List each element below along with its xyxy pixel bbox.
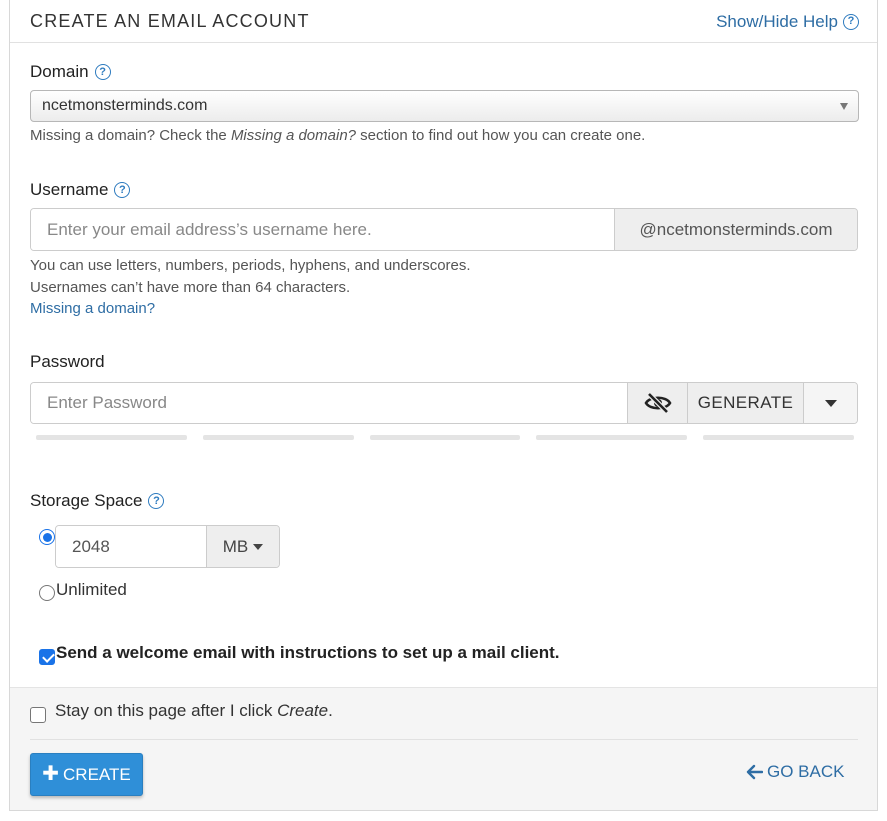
generate-password-button[interactable]: GENERATE xyxy=(687,383,803,423)
create-email-panel: CREATE AN EMAIL ACCOUNT Show/Hide Help ?… xyxy=(9,0,878,811)
toggle-password-visibility-button[interactable] xyxy=(627,383,687,423)
password-input-group: GENERATE xyxy=(30,382,858,424)
plus-icon: ✚ xyxy=(42,762,60,785)
stay-label-suffix: . xyxy=(328,701,333,720)
domain-select-value: ncetmonsterminds.com xyxy=(42,97,208,114)
domain-help-suffix: section to find out how you can create o… xyxy=(356,127,646,144)
quota-radio[interactable] xyxy=(39,529,55,545)
storage-label-text: Storage Space xyxy=(30,491,143,510)
quota-input-group: MB xyxy=(55,525,280,568)
eye-slash-icon xyxy=(644,392,671,414)
generate-options-dropdown[interactable] xyxy=(803,383,857,423)
password-label: Password xyxy=(30,352,105,371)
arrow-left-icon xyxy=(746,764,763,780)
stay-on-page-label[interactable]: Stay on this page after I click Create. xyxy=(55,701,333,721)
username-label-text: Username xyxy=(30,180,109,199)
strength-segment xyxy=(202,435,354,440)
stay-label-prefix: Stay on this page after I click xyxy=(55,701,278,720)
username-help-line2: Usernames can’t have more than 64 charac… xyxy=(30,278,351,296)
username-help-text: You can use letters, numbers, periods, h… xyxy=(30,255,471,320)
username-domain-suffix: @ncetmonsterminds.com xyxy=(614,209,857,250)
storage-help-icon[interactable]: ? xyxy=(148,493,165,509)
username-label: Username ? xyxy=(30,180,131,200)
question-circle-icon: ? xyxy=(843,13,859,30)
footer-divider xyxy=(30,739,858,740)
welcome-email-checkbox[interactable] xyxy=(39,649,55,665)
username-help-icon[interactable]: ? xyxy=(114,182,131,198)
panel-header: CREATE AN EMAIL ACCOUNT Show/Hide Help ? xyxy=(10,0,877,43)
unlimited-label[interactable]: Unlimited xyxy=(56,580,127,600)
domain-help-icon[interactable]: ? xyxy=(94,64,111,80)
domain-label: Domain ? xyxy=(30,62,111,82)
username-input-group: @ncetmonsterminds.com xyxy=(30,208,858,251)
quota-unit-label: MB xyxy=(222,536,249,556)
go-back-link[interactable]: GO BACK xyxy=(746,762,844,782)
welcome-email-label[interactable]: Send a welcome email with instructions t… xyxy=(56,643,560,663)
password-input[interactable] xyxy=(31,383,627,423)
chevron-down-icon xyxy=(840,103,848,110)
caret-down-icon xyxy=(824,399,837,407)
domain-select[interactable]: ncetmonsterminds.com xyxy=(30,90,859,122)
domain-help-text: Missing a domain? Check the Missing a do… xyxy=(30,125,645,147)
go-back-label: GO BACK xyxy=(767,762,845,781)
unlimited-radio[interactable] xyxy=(39,585,55,601)
password-strength-meter xyxy=(36,435,854,440)
domain-help-em: Missing a domain? xyxy=(230,127,356,144)
strength-segment xyxy=(703,435,854,440)
form-footer: Stay on this page after I click Create. … xyxy=(10,687,877,810)
show-hide-help-link[interactable]: Show/Hide Help ? xyxy=(716,12,859,32)
strength-segment xyxy=(536,435,688,440)
username-input[interactable] xyxy=(31,209,614,250)
create-button-label: CREATE xyxy=(63,764,131,784)
strength-segment xyxy=(369,435,521,440)
stay-label-em: Create xyxy=(277,701,329,720)
domain-label-text: Domain xyxy=(30,62,89,81)
strength-segment xyxy=(36,435,187,440)
quota-input[interactable] xyxy=(56,526,206,567)
quota-unit-dropdown[interactable]: MB xyxy=(206,526,279,567)
stay-on-page-checkbox[interactable] xyxy=(30,707,46,723)
show-hide-help-label: Show/Hide Help xyxy=(716,11,838,31)
username-help-line1: You can use letters, numbers, periods, h… xyxy=(30,257,471,274)
domain-help-prefix: Missing a domain? Check the xyxy=(30,127,231,144)
page-title: CREATE AN EMAIL ACCOUNT xyxy=(30,11,310,31)
missing-domain-link[interactable]: Missing a domain? xyxy=(30,298,471,320)
caret-down-icon xyxy=(253,543,264,550)
storage-label: Storage Space ? xyxy=(30,491,165,511)
create-button[interactable]: ✚ CREATE xyxy=(30,753,143,796)
